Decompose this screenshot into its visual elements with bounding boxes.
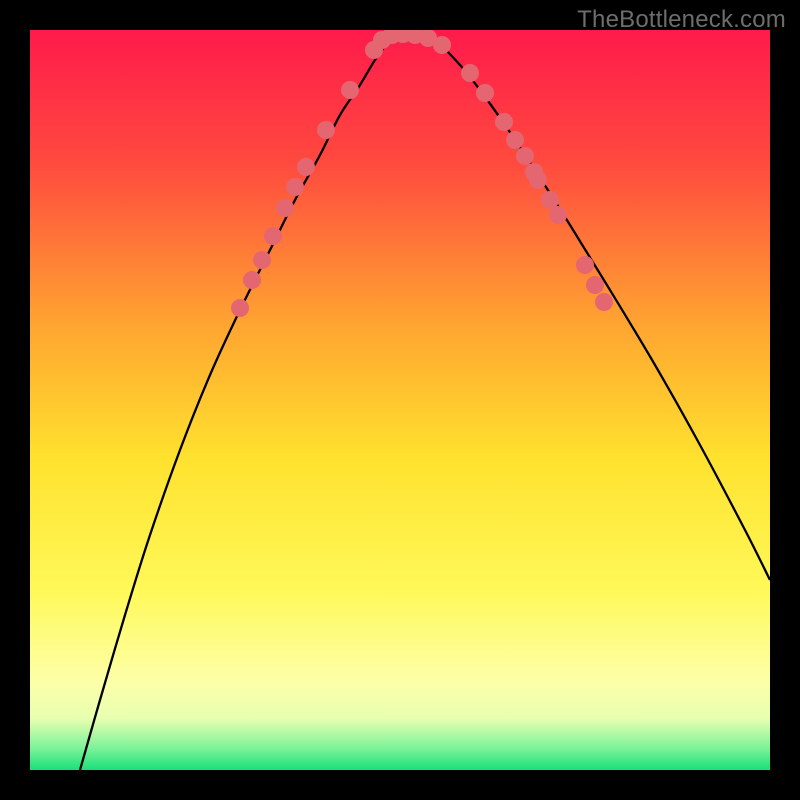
highlight-dot: [549, 206, 567, 224]
highlight-dots-group: [231, 30, 613, 317]
watermark-text: TheBottleneck.com: [577, 6, 786, 34]
highlight-dot: [341, 81, 359, 99]
highlight-dot: [506, 131, 524, 149]
highlight-dot: [433, 36, 451, 54]
highlight-dot: [529, 171, 547, 189]
plot-svg: [30, 30, 770, 770]
highlight-dot: [495, 113, 513, 131]
highlight-dot: [286, 178, 304, 196]
highlight-dot: [576, 256, 594, 274]
highlight-dot: [317, 121, 335, 139]
highlight-dot: [231, 299, 249, 317]
highlight-dot: [461, 64, 479, 82]
highlight-dot: [595, 293, 613, 311]
highlight-dot: [516, 147, 534, 165]
highlight-dot: [243, 271, 261, 289]
outer-frame: TheBottleneck.com: [0, 0, 800, 800]
highlight-dot: [586, 276, 604, 294]
highlight-dot: [476, 84, 494, 102]
highlight-dot: [276, 199, 294, 217]
gradient-plot-area: [30, 30, 770, 770]
bottleneck-curve: [80, 34, 770, 770]
highlight-dot: [297, 158, 315, 176]
highlight-dot: [253, 251, 271, 269]
highlight-dot: [264, 227, 282, 245]
